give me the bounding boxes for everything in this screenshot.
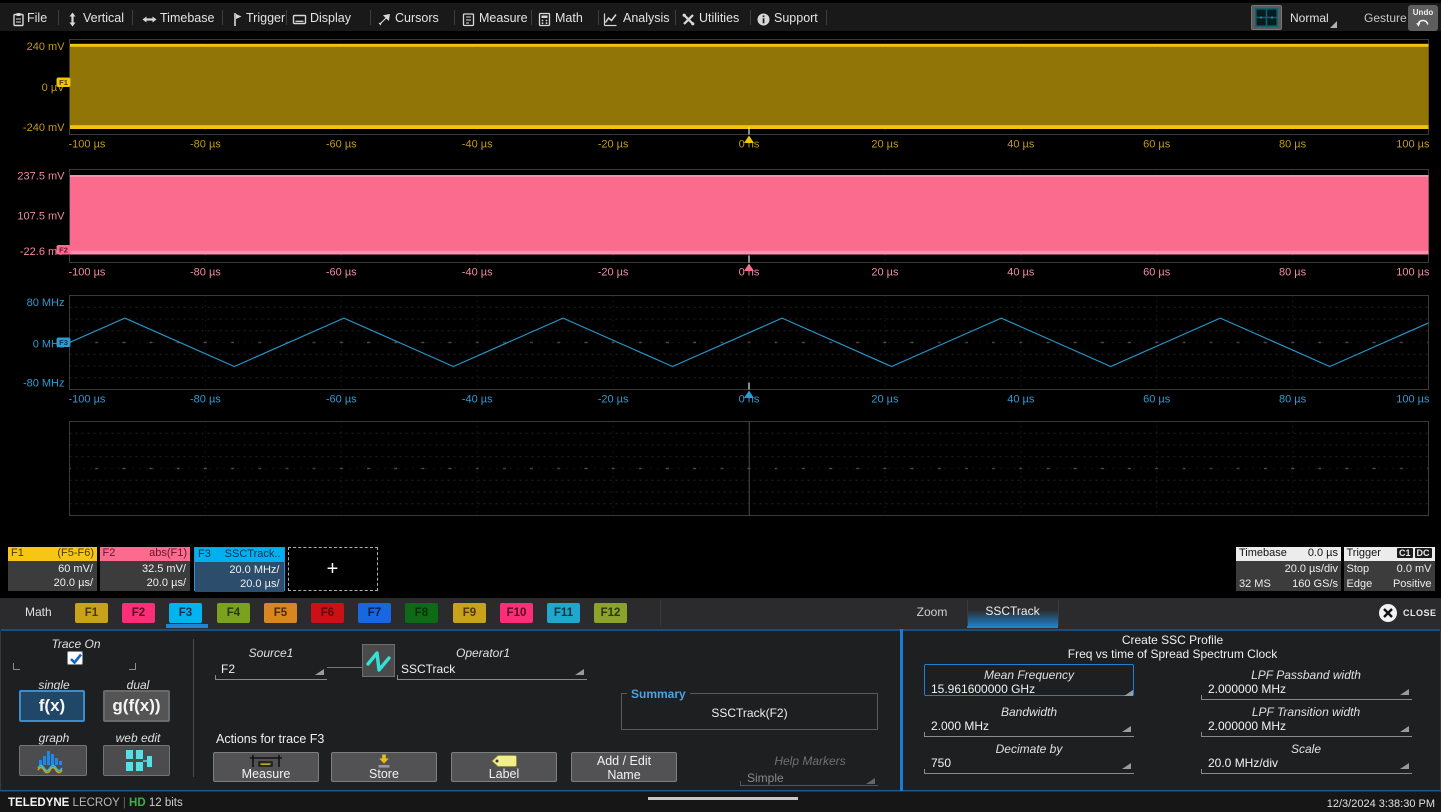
svg-text:-80 µs: -80 µs xyxy=(190,394,221,406)
svg-text:20 µs: 20 µs xyxy=(871,394,899,406)
svg-text:40 µs: 40 µs xyxy=(1007,139,1035,151)
svg-text:-80 µs: -80 µs xyxy=(190,267,221,279)
svg-text:F3: F3 xyxy=(59,338,68,347)
svg-text:80 µs: 80 µs xyxy=(1279,267,1307,279)
svg-text:60 µs: 60 µs xyxy=(1143,267,1171,279)
svg-text:-100 µs: -100 µs xyxy=(69,394,106,406)
svg-text:100 µs: 100 µs xyxy=(1396,267,1430,279)
svg-text:80 µs: 80 µs xyxy=(1279,139,1307,151)
svg-text:-60 µs: -60 µs xyxy=(326,267,357,279)
svg-text:40 µs: 40 µs xyxy=(1007,394,1035,406)
svg-text:-80 MHz: -80 MHz xyxy=(23,378,65,390)
svg-text:40 µs: 40 µs xyxy=(1007,267,1035,279)
svg-text:-20 µs: -20 µs xyxy=(598,394,629,406)
svg-text:60 µs: 60 µs xyxy=(1143,139,1171,151)
svg-text:F2: F2 xyxy=(59,246,68,255)
svg-text:-100 µs: -100 µs xyxy=(69,267,106,279)
svg-text:20 µs: 20 µs xyxy=(871,267,899,279)
svg-text:-40 µs: -40 µs xyxy=(462,267,493,279)
svg-text:107.5 mV: 107.5 mV xyxy=(17,211,65,223)
svg-text:-240 mV: -240 mV xyxy=(23,122,65,134)
svg-text:-100 µs: -100 µs xyxy=(69,139,106,151)
svg-text:60 µs: 60 µs xyxy=(1143,394,1171,406)
svg-text:237.5 mV: 237.5 mV xyxy=(17,171,65,183)
svg-text:-60 µs: -60 µs xyxy=(326,394,357,406)
svg-text:-20 µs: -20 µs xyxy=(598,139,629,151)
svg-text:80 MHz: 80 MHz xyxy=(27,297,65,309)
svg-text:-40 µs: -40 µs xyxy=(462,394,493,406)
svg-text:-40 µs: -40 µs xyxy=(462,139,493,151)
svg-text:-20 µs: -20 µs xyxy=(598,267,629,279)
svg-text:-60 µs: -60 µs xyxy=(326,139,357,151)
svg-text:-80 µs: -80 µs xyxy=(190,139,221,151)
svg-text:80 µs: 80 µs xyxy=(1279,394,1307,406)
svg-text:100 µs: 100 µs xyxy=(1396,394,1430,406)
svg-text:20 µs: 20 µs xyxy=(871,139,899,151)
svg-text:240 mV: 240 mV xyxy=(27,41,66,53)
svg-text:100 µs: 100 µs xyxy=(1396,139,1430,151)
svg-text:F1: F1 xyxy=(59,78,68,87)
